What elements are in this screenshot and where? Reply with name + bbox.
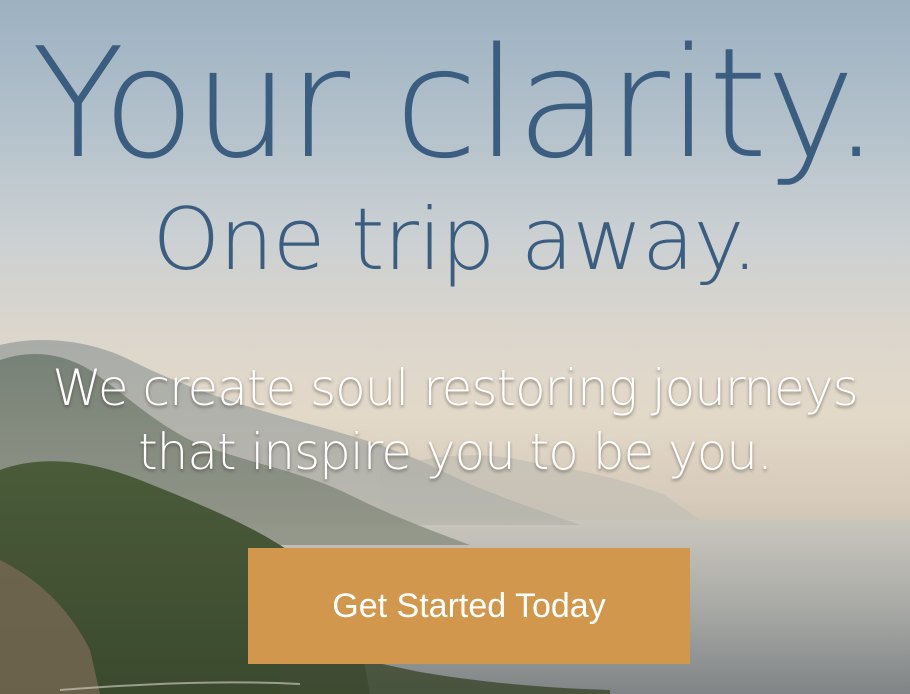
headline-secondary: One trip away. <box>152 190 758 290</box>
headline-primary: Your clarity. <box>31 15 881 192</box>
tagline: We create soul restoring journeys that i… <box>0 356 910 484</box>
get-started-button[interactable]: Get Started Today <box>248 548 690 664</box>
tagline-line-1: We create soul restoring journeys <box>52 359 858 417</box>
tagline-line-2: that inspire you to be you. <box>138 423 773 481</box>
hero-section: Your clarity. One trip away. We create s… <box>0 0 910 694</box>
